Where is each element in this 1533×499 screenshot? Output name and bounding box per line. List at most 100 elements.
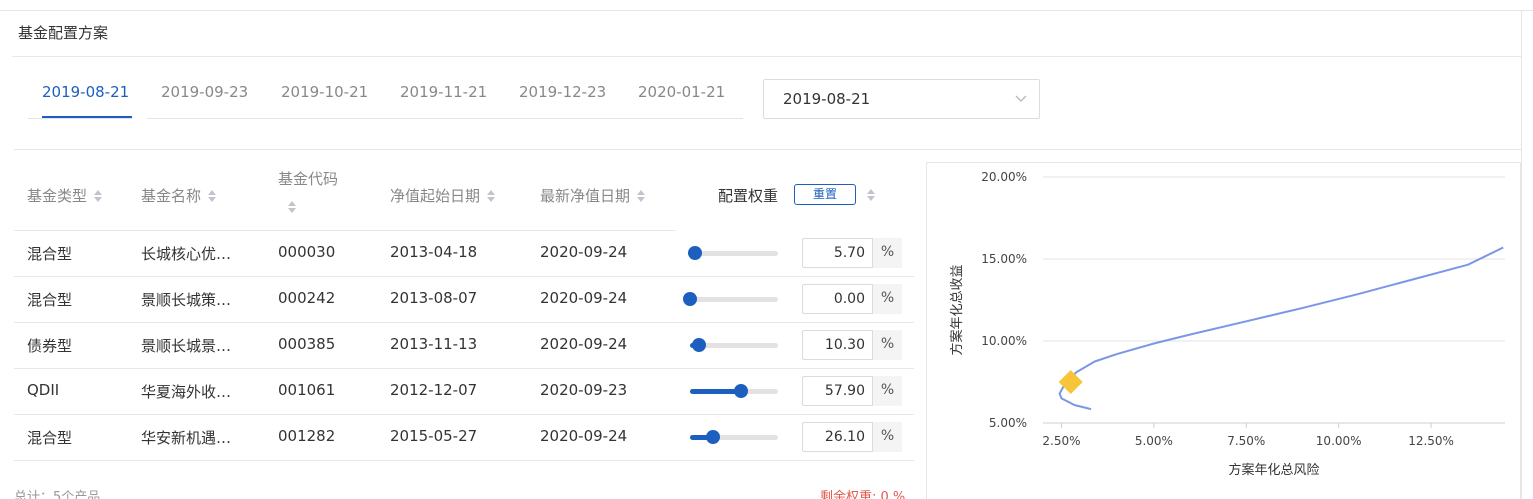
cell-fund-name[interactable]: 华安新机遇…: [141, 427, 266, 448]
cell-fund-type: 混合型: [27, 291, 73, 309]
cell-fund-code: 000385: [278, 335, 336, 353]
y-tick-label: 15.00%: [981, 252, 1027, 266]
cell-fund-code: 000242: [278, 289, 336, 307]
cell-fund-type: 混合型: [27, 429, 73, 447]
header-fund-name-label: 基金名称: [141, 187, 202, 205]
frame-top-border: [0, 10, 1533, 11]
row-divider: [14, 368, 914, 369]
cell-latest-date: 2020-09-24: [540, 427, 628, 445]
panel-title: 基金配置方案: [18, 24, 109, 42]
weight-input[interactable]: 26.10 %: [802, 422, 902, 452]
tab-2019-12-23[interactable]: 2019-12-23: [519, 83, 606, 101]
cell-fund-code: 001061: [278, 381, 336, 399]
weight-input[interactable]: 5.70 %: [802, 238, 902, 268]
header-start-date-label: 净值起始日期: [390, 187, 481, 205]
row-divider: [14, 460, 914, 461]
date-select[interactable]: 2019-08-21: [763, 79, 1040, 119]
remaining-weight: 剩余权重: 0 %: [820, 490, 906, 499]
title-divider: [12, 56, 1521, 57]
reset-button[interactable]: 重置: [794, 184, 856, 205]
cell-latest-date: 2020-09-23: [540, 381, 628, 399]
weight-input[interactable]: 57.90 %: [802, 376, 902, 406]
y-tick-label: 20.00%: [981, 170, 1027, 184]
y-tick-label: 10.00%: [981, 334, 1027, 348]
cell-fund-code: 000030: [278, 243, 336, 261]
y-axis-label: 方案年化总收益: [949, 264, 965, 355]
weight-value[interactable]: 10.30: [803, 337, 865, 353]
tab-2019-10-21[interactable]: 2019-10-21: [281, 83, 368, 101]
cell-fund-name[interactable]: 景顺长城策…: [141, 289, 266, 310]
sort-icon[interactable]: [636, 188, 646, 204]
row-divider: [14, 322, 914, 323]
weight-value[interactable]: 5.70: [803, 245, 865, 261]
chart-canvas: 5.00% 10.00% 15.00% 20.00% 2.50% 5.00% 7.50% 10…: [949, 170, 1505, 478]
cell-fund-type: 债券型: [27, 337, 73, 355]
weight-input[interactable]: 10.30 %: [802, 330, 902, 360]
x-tick-label: 7.50%: [1227, 434, 1265, 448]
row-divider: [14, 414, 914, 415]
header-fund-type[interactable]: 基金类型: [27, 185, 103, 206]
cell-fund-name[interactable]: 长城核心优…: [141, 243, 266, 264]
weight-slider[interactable]: [690, 384, 778, 398]
header-fund-code[interactable]: 基金代码: [278, 168, 338, 189]
tab-2019-09-23[interactable]: 2019-09-23: [161, 83, 248, 101]
header-weight: 配置权重: [718, 187, 779, 205]
tab-underline-gap: [132, 116, 147, 119]
cell-start-date: 2013-04-18: [390, 243, 478, 261]
efficient-frontier-chart: 5.00% 10.00% 15.00% 20.00% 2.50% 5.00% 7.50% 10…: [926, 162, 1521, 499]
header-latest-date-label: 最新净值日期: [540, 187, 631, 205]
weight-slider[interactable]: [688, 246, 778, 260]
header-latest-date[interactable]: 最新净值日期: [540, 185, 646, 206]
date-tabs: 2019-08-21 2019-09-23 2019-10-21 2019-11…: [28, 79, 743, 119]
weight-value[interactable]: 0.00: [803, 291, 865, 307]
sort-icon[interactable]: [866, 187, 876, 203]
weight-slider-handle[interactable]: [705, 430, 720, 444]
tab-2019-11-21[interactable]: 2019-11-21: [400, 83, 487, 101]
header-fund-name[interactable]: 基金名称: [141, 185, 217, 206]
frame-right-border: [1521, 10, 1522, 499]
weight-slider-handle[interactable]: [688, 246, 703, 260]
weight-input[interactable]: 0.00 %: [802, 284, 902, 314]
weight-value[interactable]: 26.10: [803, 429, 865, 445]
header-fund-type-label: 基金类型: [27, 187, 88, 205]
x-tick-label: 2.50%: [1042, 434, 1080, 448]
weight-slider[interactable]: [690, 430, 778, 444]
cell-fund-code: 001282: [278, 427, 336, 445]
sort-icon[interactable]: [287, 199, 297, 215]
total-products: 总计：5个产品: [14, 490, 101, 499]
weight-slider-handle[interactable]: [683, 292, 697, 306]
header-row-divider: [14, 230, 676, 231]
cell-start-date: 2015-05-27: [390, 427, 478, 445]
percent-unit: %: [872, 376, 902, 406]
percent-unit: %: [872, 422, 902, 452]
cell-fund-type: 混合型: [27, 245, 73, 263]
tab-2019-08-21[interactable]: 2019-08-21: [42, 83, 129, 101]
sort-icon[interactable]: [486, 188, 496, 204]
percent-unit: %: [872, 330, 902, 360]
cell-latest-date: 2020-09-24: [540, 289, 628, 307]
tab-2020-01-21[interactable]: 2020-01-21: [638, 83, 725, 101]
cell-latest-date: 2020-09-24: [540, 335, 628, 353]
x-axis-label: 方案年化总风险: [1228, 462, 1319, 478]
cell-start-date: 2013-08-07: [390, 289, 478, 307]
cell-start-date: 2012-12-07: [390, 381, 478, 399]
section-divider: [14, 149, 1521, 150]
header-start-date[interactable]: 净值起始日期: [390, 185, 496, 206]
weight-slider-handle[interactable]: [733, 384, 748, 398]
x-tick-label: 12.50%: [1408, 434, 1454, 448]
sort-icon[interactable]: [207, 188, 217, 204]
x-tick-label: 5.00%: [1135, 434, 1173, 448]
chevron-down-icon: [1015, 95, 1027, 102]
weight-slider[interactable]: [683, 292, 778, 306]
cell-fund-type: QDII: [27, 381, 60, 399]
active-tab-indicator: [42, 116, 132, 118]
weight-slider[interactable]: [690, 338, 778, 352]
cell-fund-name[interactable]: 华夏海外收…: [141, 381, 266, 402]
weight-slider-handle[interactable]: [692, 338, 707, 352]
cell-fund-name[interactable]: 景顺长城景…: [141, 335, 266, 356]
cell-latest-date: 2020-09-24: [540, 243, 628, 261]
weight-value[interactable]: 57.90: [803, 383, 865, 399]
sort-icon[interactable]: [93, 188, 103, 204]
percent-unit: %: [872, 238, 902, 268]
x-tick-label: 10.00%: [1316, 434, 1362, 448]
